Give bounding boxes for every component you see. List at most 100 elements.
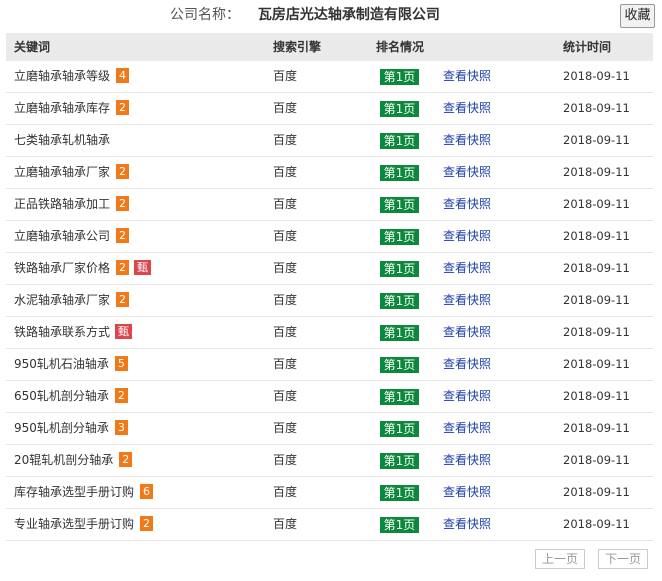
verified-badge: 甄 xyxy=(134,260,152,275)
view-snapshot-link[interactable]: 查看快照 xyxy=(443,413,491,444)
date-cell: 2018-09-11 xyxy=(563,389,630,403)
table-row: 铁路轴承厂家价格 2 甄 百度 第1页 查看快照 2018-09-11 xyxy=(6,253,653,285)
rank-count-badge: 2 xyxy=(116,100,130,115)
rank-page-badge: 第1页 xyxy=(380,261,419,277)
view-snapshot-link[interactable]: 查看快照 xyxy=(443,93,491,124)
view-snapshot-link[interactable]: 查看快照 xyxy=(443,61,491,92)
rank-count-badge: 5 xyxy=(114,356,128,371)
rank-page-badge: 第1页 xyxy=(380,389,419,405)
date-cell: 2018-09-11 xyxy=(563,165,630,179)
engine-cell: 百度 xyxy=(273,357,298,371)
keyword-text: 950轧机石油轴承 xyxy=(14,357,109,371)
date-cell: 2018-09-11 xyxy=(563,357,630,371)
favorite-button[interactable]: 收藏 xyxy=(620,4,655,28)
rank-page-badge: 第1页 xyxy=(380,453,419,469)
date-cell: 2018-09-11 xyxy=(563,69,630,83)
date-cell: 2018-09-11 xyxy=(563,293,630,307)
view-snapshot-link[interactable]: 查看快照 xyxy=(443,125,491,156)
engine-cell: 百度 xyxy=(273,133,298,147)
verified-badge: 甄 xyxy=(115,324,133,339)
table-header: 关键词 搜索引擎 排名情况 统计时间 xyxy=(6,33,653,61)
prev-page-button[interactable]: 上一页 xyxy=(535,549,585,569)
rank-page-badge: 第1页 xyxy=(380,229,419,245)
keyword-text: 立磨轴承轴承公司 xyxy=(14,229,111,243)
engine-cell: 百度 xyxy=(273,485,298,499)
engine-cell: 百度 xyxy=(273,229,298,243)
keyword-cell: 20辊轧机剖分轴承 2 xyxy=(14,445,133,476)
rank-page-badge: 第1页 xyxy=(380,485,419,501)
keyword-text: 立磨轴承轴承库存 xyxy=(14,101,111,115)
rank-page-badge: 第1页 xyxy=(380,421,419,437)
view-snapshot-link[interactable]: 查看快照 xyxy=(443,317,491,348)
header-date: 统计时间 xyxy=(563,40,612,54)
keyword-text: 水泥轴承轴承厂家 xyxy=(14,293,111,307)
keyword-cell: 立磨轴承轴承库存 2 xyxy=(14,93,130,124)
keyword-text: 七类轴承轧机轴承 xyxy=(14,133,111,147)
rank-count-badge: 6 xyxy=(140,484,154,499)
company-name: 瓦房店光达轴承制造有限公司 xyxy=(257,7,440,23)
rank-count-badge: 3 xyxy=(114,420,128,435)
engine-cell: 百度 xyxy=(273,197,298,211)
view-snapshot-link[interactable]: 查看快照 xyxy=(443,477,491,508)
rank-count-badge: 2 xyxy=(116,164,130,179)
rank-page-badge: 第1页 xyxy=(380,101,419,117)
keyword-cell: 正品铁路轴承加工 2 xyxy=(14,189,130,220)
keyword-text: 铁路轴承厂家价格 xyxy=(14,261,111,275)
rank-page-badge: 第1页 xyxy=(380,197,419,213)
table-row: 水泥轴承轴承厂家 2 百度 第1页 查看快照 2018-09-11 xyxy=(6,285,653,317)
keyword-cell: 950轧机石油轴承 5 xyxy=(14,349,128,380)
rank-page-badge: 第1页 xyxy=(380,293,419,309)
rank-count-badge: 4 xyxy=(116,68,130,83)
table-row: 立磨轴承轴承公司 2 百度 第1页 查看快照 2018-09-11 xyxy=(6,221,653,253)
company-info: 公司名称： 瓦房店光达轴承制造有限公司 xyxy=(170,5,440,25)
engine-cell: 百度 xyxy=(273,325,298,339)
keyword-cell: 立磨轴承轴承等级 4 xyxy=(14,61,130,92)
date-cell: 2018-09-11 xyxy=(563,133,630,147)
date-cell: 2018-09-11 xyxy=(563,485,630,499)
rank-page-badge: 第1页 xyxy=(380,357,419,373)
view-snapshot-link[interactable]: 查看快照 xyxy=(443,253,491,284)
date-cell: 2018-09-11 xyxy=(563,325,630,339)
date-cell: 2018-09-11 xyxy=(563,229,630,243)
keyword-cell: 650轧机剖分轴承 2 xyxy=(14,381,128,412)
engine-cell: 百度 xyxy=(273,261,298,275)
engine-cell: 百度 xyxy=(273,517,298,531)
keyword-cell: 立磨轴承轴承公司 2 xyxy=(14,221,130,252)
view-snapshot-link[interactable]: 查看快照 xyxy=(443,189,491,220)
next-page-button[interactable]: 下一页 xyxy=(598,549,648,569)
keyword-text: 铁路轴承联系方式 xyxy=(14,325,111,339)
table-row: 950轧机石油轴承 5 百度 第1页 查看快照 2018-09-11 xyxy=(6,349,653,381)
table-row: 铁路轴承联系方式甄 百度 第1页 查看快照 2018-09-11 xyxy=(6,317,653,349)
rank-count-badge: 2 xyxy=(114,388,128,403)
date-cell: 2018-09-11 xyxy=(563,421,630,435)
table-row: 950轧机剖分轴承 3 百度 第1页 查看快照 2018-09-11 xyxy=(6,413,653,445)
header-keyword: 关键词 xyxy=(14,40,51,54)
keyword-cell: 库存轴承选型手册订购 6 xyxy=(14,477,154,508)
view-snapshot-link[interactable]: 查看快照 xyxy=(443,349,491,380)
rank-count-badge: 2 xyxy=(116,228,130,243)
rank-page-badge: 第1页 xyxy=(380,517,419,533)
keyword-cell: 950轧机剖分轴承 3 xyxy=(14,413,128,444)
view-snapshot-link[interactable]: 查看快照 xyxy=(443,157,491,188)
keyword-cell: 七类轴承轧机轴承 xyxy=(14,125,110,156)
view-snapshot-link[interactable]: 查看快照 xyxy=(443,509,491,540)
rank-page-badge: 第1页 xyxy=(380,69,419,85)
keyword-text: 650轧机剖分轴承 xyxy=(14,389,109,403)
keyword-text: 立磨轴承轴承等级 xyxy=(14,69,111,83)
date-cell: 2018-09-11 xyxy=(563,453,630,467)
view-snapshot-link[interactable]: 查看快照 xyxy=(443,445,491,476)
date-cell: 2018-09-11 xyxy=(563,101,630,115)
table-row: 库存轴承选型手册订购 6 百度 第1页 查看快照 2018-09-11 xyxy=(6,477,653,509)
keyword-ranking-table: 关键词 搜索引擎 排名情况 统计时间 立磨轴承轴承等级 4 百度 第1页 查看快照 201… xyxy=(6,33,653,541)
engine-cell: 百度 xyxy=(273,165,298,179)
keyword-cell: 铁路轴承联系方式甄 xyxy=(14,317,133,348)
rank-page-badge: 第1页 xyxy=(380,165,419,181)
view-snapshot-link[interactable]: 查看快照 xyxy=(443,221,491,252)
table-row: 七类轴承轧机轴承 百度 第1页 查看快照 2018-09-11 xyxy=(6,125,653,157)
view-snapshot-link[interactable]: 查看快照 xyxy=(443,381,491,412)
date-cell: 2018-09-11 xyxy=(563,261,630,275)
table-row: 专业轴承选型手册订购 2 百度 第1页 查看快照 2018-09-11 xyxy=(6,509,653,541)
engine-cell: 百度 xyxy=(273,421,298,435)
engine-cell: 百度 xyxy=(273,101,298,115)
view-snapshot-link[interactable]: 查看快照 xyxy=(443,285,491,316)
